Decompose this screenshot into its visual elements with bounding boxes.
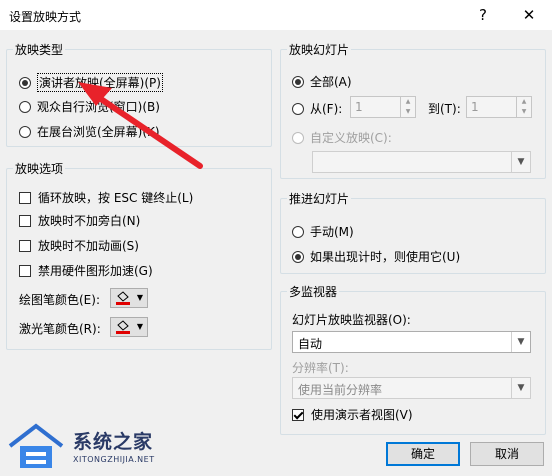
presenter-view-row[interactable]: 使用演示者视图(V) xyxy=(292,406,413,423)
laser-color-button[interactable]: ▼ xyxy=(110,317,148,337)
from-spinner[interactable]: 1 ▲ ▼ xyxy=(350,96,416,118)
option-no-narration-checkbox[interactable] xyxy=(19,214,31,227)
close-button[interactable]: ✕ xyxy=(506,0,552,30)
radio-from-label: 从(F): xyxy=(310,102,343,116)
watermark-url: XITONGZHIJIA.NET xyxy=(73,455,155,464)
chevron-down-icon[interactable]: ▼ xyxy=(511,152,530,172)
radio-from[interactable]: 从(F): xyxy=(292,100,342,117)
cancel-button[interactable]: 取消 xyxy=(470,442,544,466)
pen-color-button[interactable]: ▼ xyxy=(110,288,148,308)
radio-custom-show[interactable]: 自定义放映(C): xyxy=(292,129,392,146)
monitors-title: 多监视器 xyxy=(287,283,340,300)
resolution-label: 分辨率(T): xyxy=(292,361,349,375)
title-bar: 设置放映方式 ? ✕ xyxy=(0,0,552,30)
chevron-down-icon: ▼ xyxy=(136,322,143,331)
presenter-view-label: 使用演示者视图(V) xyxy=(311,408,413,422)
spin-up-icon[interactable]: ▲ xyxy=(401,97,415,107)
show-slides-title: 放映幻灯片 xyxy=(287,41,352,58)
ok-button[interactable]: 确定 xyxy=(386,442,460,466)
option-no-animation[interactable]: 放映时不加动画(S) xyxy=(19,237,139,254)
chevron-down-icon[interactable]: ▼ xyxy=(511,332,530,352)
to-value: 1 xyxy=(471,100,479,114)
laser-color-row: 激光笔颜色(R): xyxy=(19,320,101,337)
radio-use-timings[interactable]: 如果出现计时，则使用它(U) xyxy=(292,248,460,265)
resolution-select[interactable]: 使用当前分辨率 ▼ xyxy=(292,377,531,399)
chevron-down-icon[interactable]: ▼ xyxy=(511,378,530,398)
radio-use-timings-dot[interactable] xyxy=(292,250,304,263)
to-row: 到(T): xyxy=(428,100,461,117)
watermark-logo: 系统之家 XITONGZHIJIA.NET xyxy=(6,420,186,472)
radio-browse-window-label: 观众自行浏览(窗口)(B) xyxy=(37,100,160,114)
watermark-name: 系统之家 xyxy=(73,431,154,453)
radio-presenter-dot[interactable] xyxy=(19,76,31,89)
option-no-hw-accel-label: 禁用硬件图形加速(G) xyxy=(38,264,153,278)
option-loop-checkbox[interactable] xyxy=(19,191,31,204)
option-no-narration[interactable]: 放映时不加旁白(N) xyxy=(19,212,140,229)
radio-manual[interactable]: 手动(M) xyxy=(292,223,354,240)
option-no-narration-label: 放映时不加旁白(N) xyxy=(38,214,141,228)
option-loop[interactable]: 循环放映，按 ESC 键终止(L) xyxy=(19,189,193,206)
show-type-title: 放映类型 xyxy=(13,41,66,58)
radio-browse-window[interactable]: 观众自行浏览(窗口)(B) xyxy=(19,98,160,115)
radio-browse-window-dot[interactable] xyxy=(19,100,31,113)
radio-kiosk-label: 在展台浏览(全屏幕)(K) xyxy=(37,125,160,139)
resolution-value: 使用当前分辨率 xyxy=(298,383,383,397)
from-value: 1 xyxy=(355,100,363,114)
chevron-down-icon: ▼ xyxy=(136,293,143,302)
radio-all-slides-label: 全部(A) xyxy=(310,75,352,89)
radio-all-slides[interactable]: 全部(A) xyxy=(292,73,352,90)
help-button[interactable]: ? xyxy=(460,0,506,30)
house-logo-icon xyxy=(8,423,64,468)
option-loop-label: 循环放映，按 ESC 键终止(L) xyxy=(38,191,194,205)
radio-all-slides-dot[interactable] xyxy=(292,75,304,88)
radio-presenter[interactable]: 演讲者放映(全屏幕)(P) xyxy=(19,73,163,92)
paint-bucket-icon xyxy=(116,320,130,334)
spin-down-icon[interactable]: ▼ xyxy=(517,107,531,117)
pen-color-row: 绘图笔颜色(E): xyxy=(19,291,100,308)
to-spinner[interactable]: 1 ▲ ▼ xyxy=(466,96,532,118)
radio-use-timings-label: 如果出现计时，则使用它(U) xyxy=(310,250,461,264)
radio-custom-show-label: 自定义放映(C): xyxy=(310,131,392,145)
radio-kiosk-dot[interactable] xyxy=(19,125,31,138)
radio-from-dot[interactable] xyxy=(292,102,304,115)
show-options-title: 放映选项 xyxy=(13,160,66,177)
option-no-hw-accel-checkbox[interactable] xyxy=(19,264,31,277)
resolution-label-row: 分辨率(T): xyxy=(292,359,349,376)
dialog-title: 设置放映方式 xyxy=(9,10,82,24)
monitor-label-row: 幻灯片放映监视器(O): xyxy=(292,311,411,328)
advance-title: 推进幻灯片 xyxy=(287,190,352,207)
presenter-view-checkbox[interactable] xyxy=(292,408,304,421)
radio-presenter-label: 演讲者放映(全屏幕)(P) xyxy=(37,73,163,92)
pen-color-label: 绘图笔颜色(E): xyxy=(19,293,100,307)
radio-kiosk[interactable]: 在展台浏览(全屏幕)(K) xyxy=(19,123,160,140)
spin-up-icon[interactable]: ▲ xyxy=(517,97,531,107)
to-label: 到(T): xyxy=(428,102,461,116)
paint-bucket-icon xyxy=(116,291,130,305)
radio-manual-label: 手动(M) xyxy=(310,225,354,239)
radio-custom-show-dot[interactable] xyxy=(292,131,304,144)
custom-show-select[interactable]: ▼ xyxy=(312,151,531,173)
option-no-animation-label: 放映时不加动画(S) xyxy=(38,239,139,253)
monitor-label: 幻灯片放映监视器(O): xyxy=(292,313,411,327)
option-no-hw-accel[interactable]: 禁用硬件图形加速(G) xyxy=(19,262,153,279)
laser-color-label: 激光笔颜色(R): xyxy=(19,322,101,336)
radio-manual-dot[interactable] xyxy=(292,225,304,238)
option-no-animation-checkbox[interactable] xyxy=(19,239,31,252)
spin-down-icon[interactable]: ▼ xyxy=(401,107,415,117)
monitor-select[interactable]: 自动 ▼ xyxy=(292,331,531,353)
monitor-value: 自动 xyxy=(298,337,323,351)
